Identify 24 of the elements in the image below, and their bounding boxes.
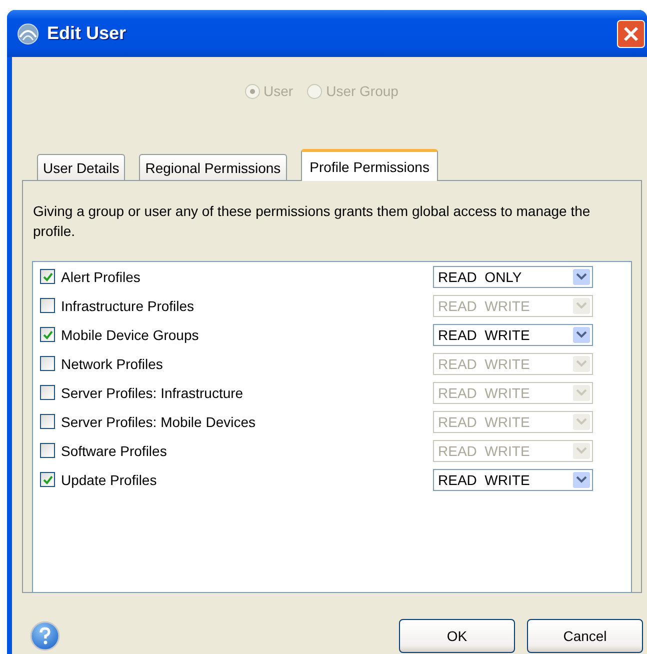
description-text: Giving a group or user any of these permissions grants them global access to manage the profile. [33,202,592,241]
window-title: Edit User [47,23,128,44]
profile-label: Server Profiles: Infrastructure [61,384,244,400]
app-logo-icon [17,22,39,44]
help-icon[interactable] [30,621,60,651]
profile-label: Alert Profiles [61,268,142,284]
checkbox[interactable] [40,327,55,342]
profile-label: Server Profiles: Mobile Devices [61,414,257,430]
access-dropdown[interactable]: READ ONLY [433,266,593,288]
profile-label: Software Profiles [61,442,168,458]
access-dropdown[interactable]: READ WRITE [433,468,593,490]
profile-label: Mobile Device Groups [61,326,200,342]
checkbox[interactable] [40,472,55,487]
profile-label: Update Profiles [61,472,158,488]
dialog-button[interactable]: OK [399,619,515,653]
tab[interactable]: Regional Permissions [139,154,287,180]
profile-label: Network Profiles [61,356,164,372]
profile-label: Infrastructure Profiles [61,298,196,314]
dialog-button[interactable]: Cancel [527,619,643,653]
tab[interactable]: Profile Permissions [300,149,438,181]
access-dropdown[interactable]: READ WRITE [433,324,593,346]
tab[interactable]: User Details [37,154,126,180]
close-icon[interactable] [617,20,645,48]
checkbox[interactable] [40,269,55,284]
